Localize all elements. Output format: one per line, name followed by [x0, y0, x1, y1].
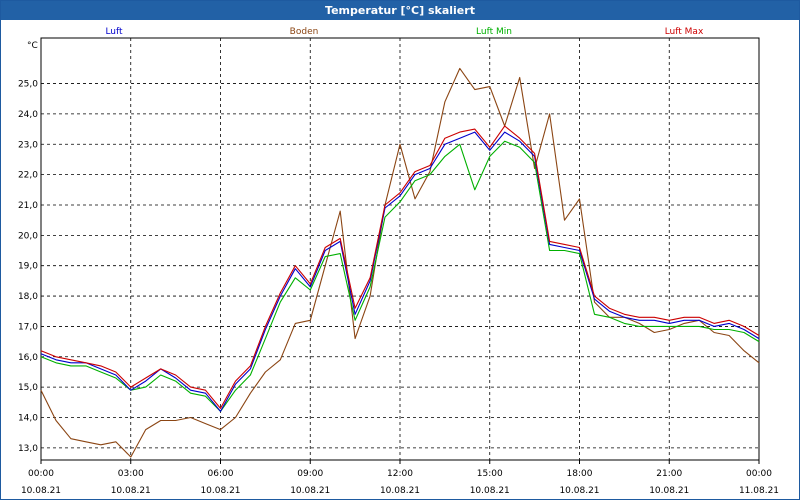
y-tick-label: 16,0: [18, 353, 38, 363]
x-tick-time-label: 09:00: [297, 469, 323, 479]
legend-entry-luft-min: Luft Min: [476, 27, 512, 37]
x-tick-time-label: 18:00: [567, 469, 593, 479]
legend-entry-luft: Luft: [105, 27, 123, 37]
y-tick-label: 17,0: [18, 322, 38, 332]
y-axis-unit-label: °C: [27, 41, 38, 51]
x-tick-date-label: 11.08.21: [739, 486, 779, 496]
x-tick-date-label: 10.08.21: [21, 486, 61, 496]
y-tick-label: 13,0: [18, 444, 38, 454]
x-tick-date-label: 10.08.21: [470, 486, 510, 496]
y-tick-label: 19,0: [18, 262, 38, 272]
x-tick-time-label: 15:00: [477, 469, 503, 479]
x-tick-date-label: 10.08.21: [200, 486, 240, 496]
x-tick-date-label: 10.08.21: [380, 486, 420, 496]
chart-plot: 13,0 14,0 15,0 16,0 17,0 18,0 19,0 20,0 21,0 22,0…: [18, 27, 779, 496]
x-tick-time-label: 21:00: [656, 469, 682, 479]
x-tick-time-label: 03:00: [118, 469, 144, 479]
x-tick-date-label: 10.08.21: [649, 486, 689, 496]
y-tick-label: 15,0: [18, 383, 38, 393]
legend-entry-luft-max: Luft Max: [665, 27, 704, 37]
y-tick-label: 25,0: [18, 80, 38, 90]
x-tick-time-label: 00:00: [746, 469, 772, 479]
x-tick-date-label: 10.08.21: [559, 486, 599, 496]
x-tick-date-label: 10.08.21: [290, 486, 330, 496]
y-tick-label: 21,0: [18, 201, 38, 211]
legend-entry-boden: Boden: [290, 27, 319, 37]
y-tick-label: 18,0: [18, 292, 38, 302]
y-tick-label: 23,0: [18, 140, 38, 150]
y-tick-label: 14,0: [18, 413, 38, 423]
x-tick-time-label: 12:00: [387, 469, 413, 479]
y-tick-label: 24,0: [18, 110, 38, 120]
x-tick-time-label: 06:00: [208, 469, 234, 479]
x-tick-date-label: 10.08.21: [111, 486, 151, 496]
chart-window: Temperatur [°C] skaliert 13,0 14,0 15,0 16,…: [0, 0, 800, 500]
y-tick-label: 20,0: [18, 231, 38, 241]
y-tick-label: 22,0: [18, 171, 38, 181]
x-tick-time-label: 00:00: [28, 469, 54, 479]
